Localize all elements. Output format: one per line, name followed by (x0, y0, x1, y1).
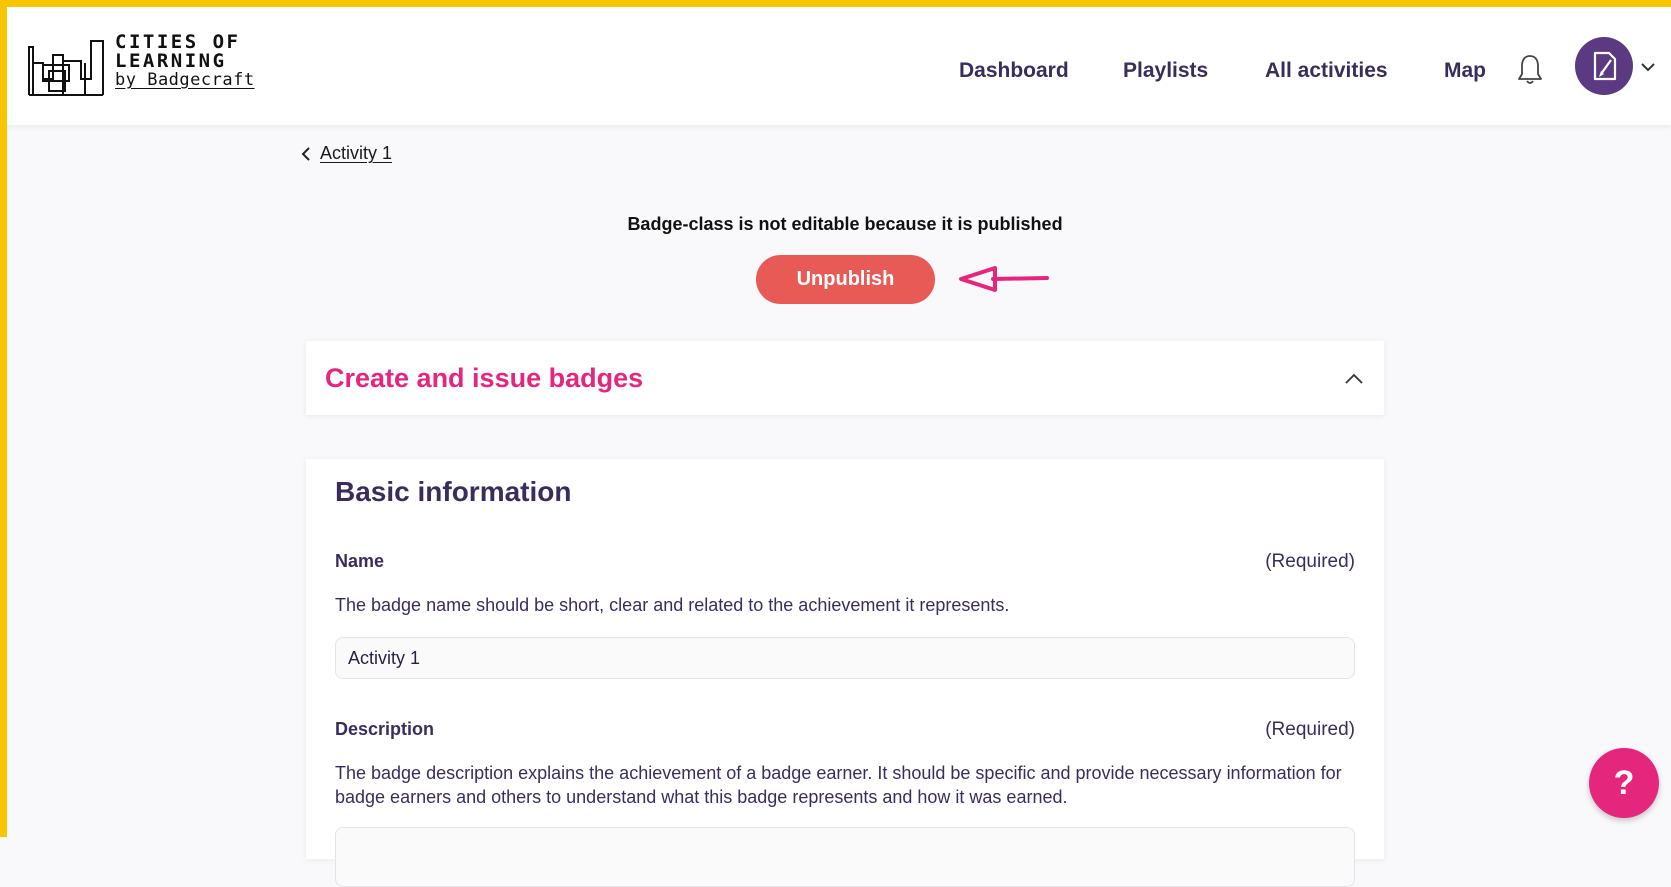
chevron-down-icon[interactable] (1640, 61, 1656, 73)
name-label: Name (335, 551, 385, 571)
logo-line-2: LEARNING (115, 50, 227, 72)
avatar-icon (1593, 51, 1617, 81)
nav-dashboard[interactable]: Dashboard (959, 59, 1069, 83)
unpublish-button[interactable]: Unpublish (756, 255, 935, 304)
description-required: (Required) (1265, 719, 1355, 740)
logo-text: CITIES OF LEARNING by Badgecraft (115, 33, 255, 90)
nav-all-activities[interactable]: All activities (1265, 59, 1388, 83)
bell-icon[interactable] (1515, 53, 1545, 87)
back-link[interactable]: Activity 1 (300, 143, 392, 164)
nav-map[interactable]: Map (1444, 59, 1486, 83)
description-help: The badge description explains the achie… (335, 763, 1342, 807)
chevron-up-icon[interactable] (1344, 373, 1364, 385)
help-button[interactable]: ? (1589, 748, 1659, 818)
frame-left (0, 0, 7, 837)
nav-playlists[interactable]: Playlists (1123, 59, 1208, 83)
create-issue-badges-title: Create and issue badges (325, 363, 644, 393)
basic-information-card: Basic information Name (Required) The ba… (306, 459, 1384, 887)
name-input[interactable] (335, 637, 1355, 679)
create-issue-badges-panel[interactable]: Create and issue badges (306, 341, 1384, 415)
frame-top (0, 0, 1671, 7)
user-avatar[interactable] (1575, 37, 1633, 95)
name-required: (Required) (1265, 551, 1355, 572)
basic-information-title: Basic information (335, 476, 572, 507)
arrow-annotation-icon (959, 266, 1049, 292)
back-link-label: Activity 1 (320, 143, 393, 163)
published-notice: Badge-class is not editable because it i… (627, 214, 1063, 234)
name-help: The badge name should be short, clear an… (335, 595, 1010, 615)
chevron-left-icon (301, 146, 310, 161)
help-icon: ? (1613, 763, 1635, 802)
description-input[interactable] (335, 827, 1355, 887)
header: CITIES OF LEARNING by Badgecraft Dashboa… (7, 7, 1671, 125)
logo-line-3: by Badgecraft (115, 70, 255, 90)
description-label: Description (335, 719, 435, 739)
